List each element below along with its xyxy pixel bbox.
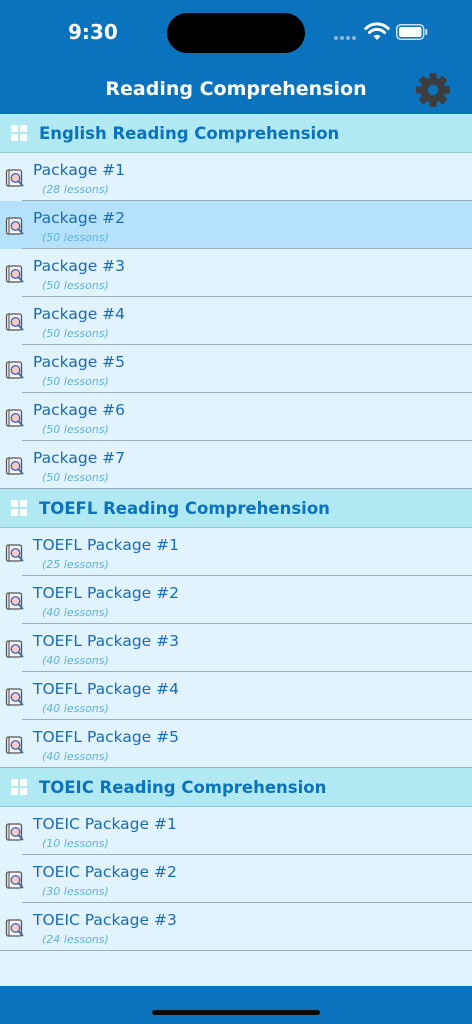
- book-icon: [5, 736, 24, 754]
- item-lessons: (25 lessons): [42, 558, 109, 571]
- status-bar: 9:30: [0, 0, 472, 64]
- list-item[interactable]: TOEFL Package #2 (40 lessons): [0, 576, 472, 624]
- item-title: TOEIC Package #1: [33, 815, 177, 833]
- book-icon: [5, 169, 24, 187]
- battery-icon: [396, 24, 428, 40]
- wifi-icon: [364, 22, 390, 40]
- list-item[interactable]: Package #7 (50 lessons): [0, 441, 472, 489]
- item-lessons: (50 lessons): [42, 279, 109, 292]
- book-icon: [5, 313, 24, 331]
- item-title: Package #1: [33, 161, 126, 179]
- grid-icon: [11, 125, 28, 142]
- book-icon: [5, 823, 24, 841]
- section-header-english: English Reading Comprehension: [0, 114, 472, 153]
- item-lessons: (40 lessons): [42, 750, 109, 763]
- page-title: Reading Comprehension: [105, 78, 367, 100]
- item-title: TOEFL Package #5: [33, 728, 179, 746]
- item-lessons: (50 lessons): [42, 231, 109, 244]
- list-item[interactable]: TOEIC Package #2 (30 lessons): [0, 855, 472, 903]
- list-item[interactable]: Package #2 (50 lessons): [0, 201, 472, 249]
- list-item[interactable]: TOEFL Package #3 (40 lessons): [0, 624, 472, 672]
- navigation-bar: Reading Comprehension: [0, 64, 472, 114]
- book-icon: [5, 544, 24, 562]
- grid-icon: [11, 500, 28, 517]
- bottom-bar: [0, 986, 472, 1024]
- item-lessons: (40 lessons): [42, 702, 109, 715]
- section-title: English Reading Comprehension: [39, 124, 340, 143]
- item-title: Package #3: [33, 257, 126, 275]
- list-item[interactable]: Package #3 (50 lessons): [0, 249, 472, 297]
- cellular-signal-icon: [334, 36, 358, 40]
- item-title: TOEFL Package #3: [33, 632, 179, 650]
- item-title: Package #4: [33, 305, 126, 323]
- book-icon: [5, 640, 24, 658]
- item-title: Package #7: [33, 449, 126, 467]
- status-time: 9:30: [68, 20, 118, 44]
- item-lessons: (30 lessons): [42, 885, 109, 898]
- book-icon: [5, 592, 24, 610]
- list-item[interactable]: TOEIC Package #1 (10 lessons): [0, 807, 472, 855]
- book-icon: [5, 919, 24, 937]
- item-title: TOEIC Package #3: [33, 911, 177, 929]
- list-item[interactable]: Package #5 (50 lessons): [0, 345, 472, 393]
- book-icon: [5, 217, 24, 235]
- book-icon: [5, 361, 24, 379]
- item-lessons: (10 lessons): [42, 837, 109, 850]
- section-title: TOEIC Reading Comprehension: [39, 778, 327, 797]
- item-lessons: (24 lessons): [42, 933, 109, 946]
- section-header-toefl: TOEFL Reading Comprehension: [0, 489, 472, 528]
- item-lessons: (50 lessons): [42, 375, 109, 388]
- home-indicator[interactable]: [152, 1010, 320, 1015]
- dynamic-island: [167, 13, 305, 53]
- list-item[interactable]: TOEFL Package #4 (40 lessons): [0, 672, 472, 720]
- list-item[interactable]: TOEIC Package #3 (24 lessons): [0, 903, 472, 951]
- list-item[interactable]: Package #1 (28 lessons): [0, 153, 472, 201]
- item-title: TOEFL Package #1: [33, 536, 179, 554]
- book-icon: [5, 409, 24, 427]
- book-icon: [5, 688, 24, 706]
- item-title: TOEIC Package #2: [33, 863, 177, 881]
- item-lessons: (40 lessons): [42, 654, 109, 667]
- item-title: Package #6: [33, 401, 126, 419]
- item-lessons: (40 lessons): [42, 606, 109, 619]
- book-icon: [5, 871, 24, 889]
- list-item[interactable]: Package #6 (50 lessons): [0, 393, 472, 441]
- item-title: TOEFL Package #2: [33, 584, 179, 602]
- item-title: Package #5: [33, 353, 126, 371]
- item-lessons: (50 lessons): [42, 327, 109, 340]
- item-title: Package #2: [33, 209, 126, 227]
- package-list: English Reading Comprehension Package #1…: [0, 114, 472, 951]
- item-lessons: (50 lessons): [42, 423, 109, 436]
- gear-icon[interactable]: [415, 72, 451, 108]
- list-item[interactable]: Package #4 (50 lessons): [0, 297, 472, 345]
- book-icon: [5, 265, 24, 283]
- item-lessons: (50 lessons): [42, 471, 109, 484]
- section-header-toeic: TOEIC Reading Comprehension: [0, 768, 472, 807]
- item-title: TOEFL Package #4: [33, 680, 179, 698]
- book-icon: [5, 457, 24, 475]
- list-item[interactable]: TOEFL Package #5 (40 lessons): [0, 720, 472, 768]
- list-item[interactable]: TOEFL Package #1 (25 lessons): [0, 528, 472, 576]
- grid-icon: [11, 779, 28, 796]
- section-title: TOEFL Reading Comprehension: [39, 499, 330, 518]
- item-lessons: (28 lessons): [42, 183, 109, 196]
